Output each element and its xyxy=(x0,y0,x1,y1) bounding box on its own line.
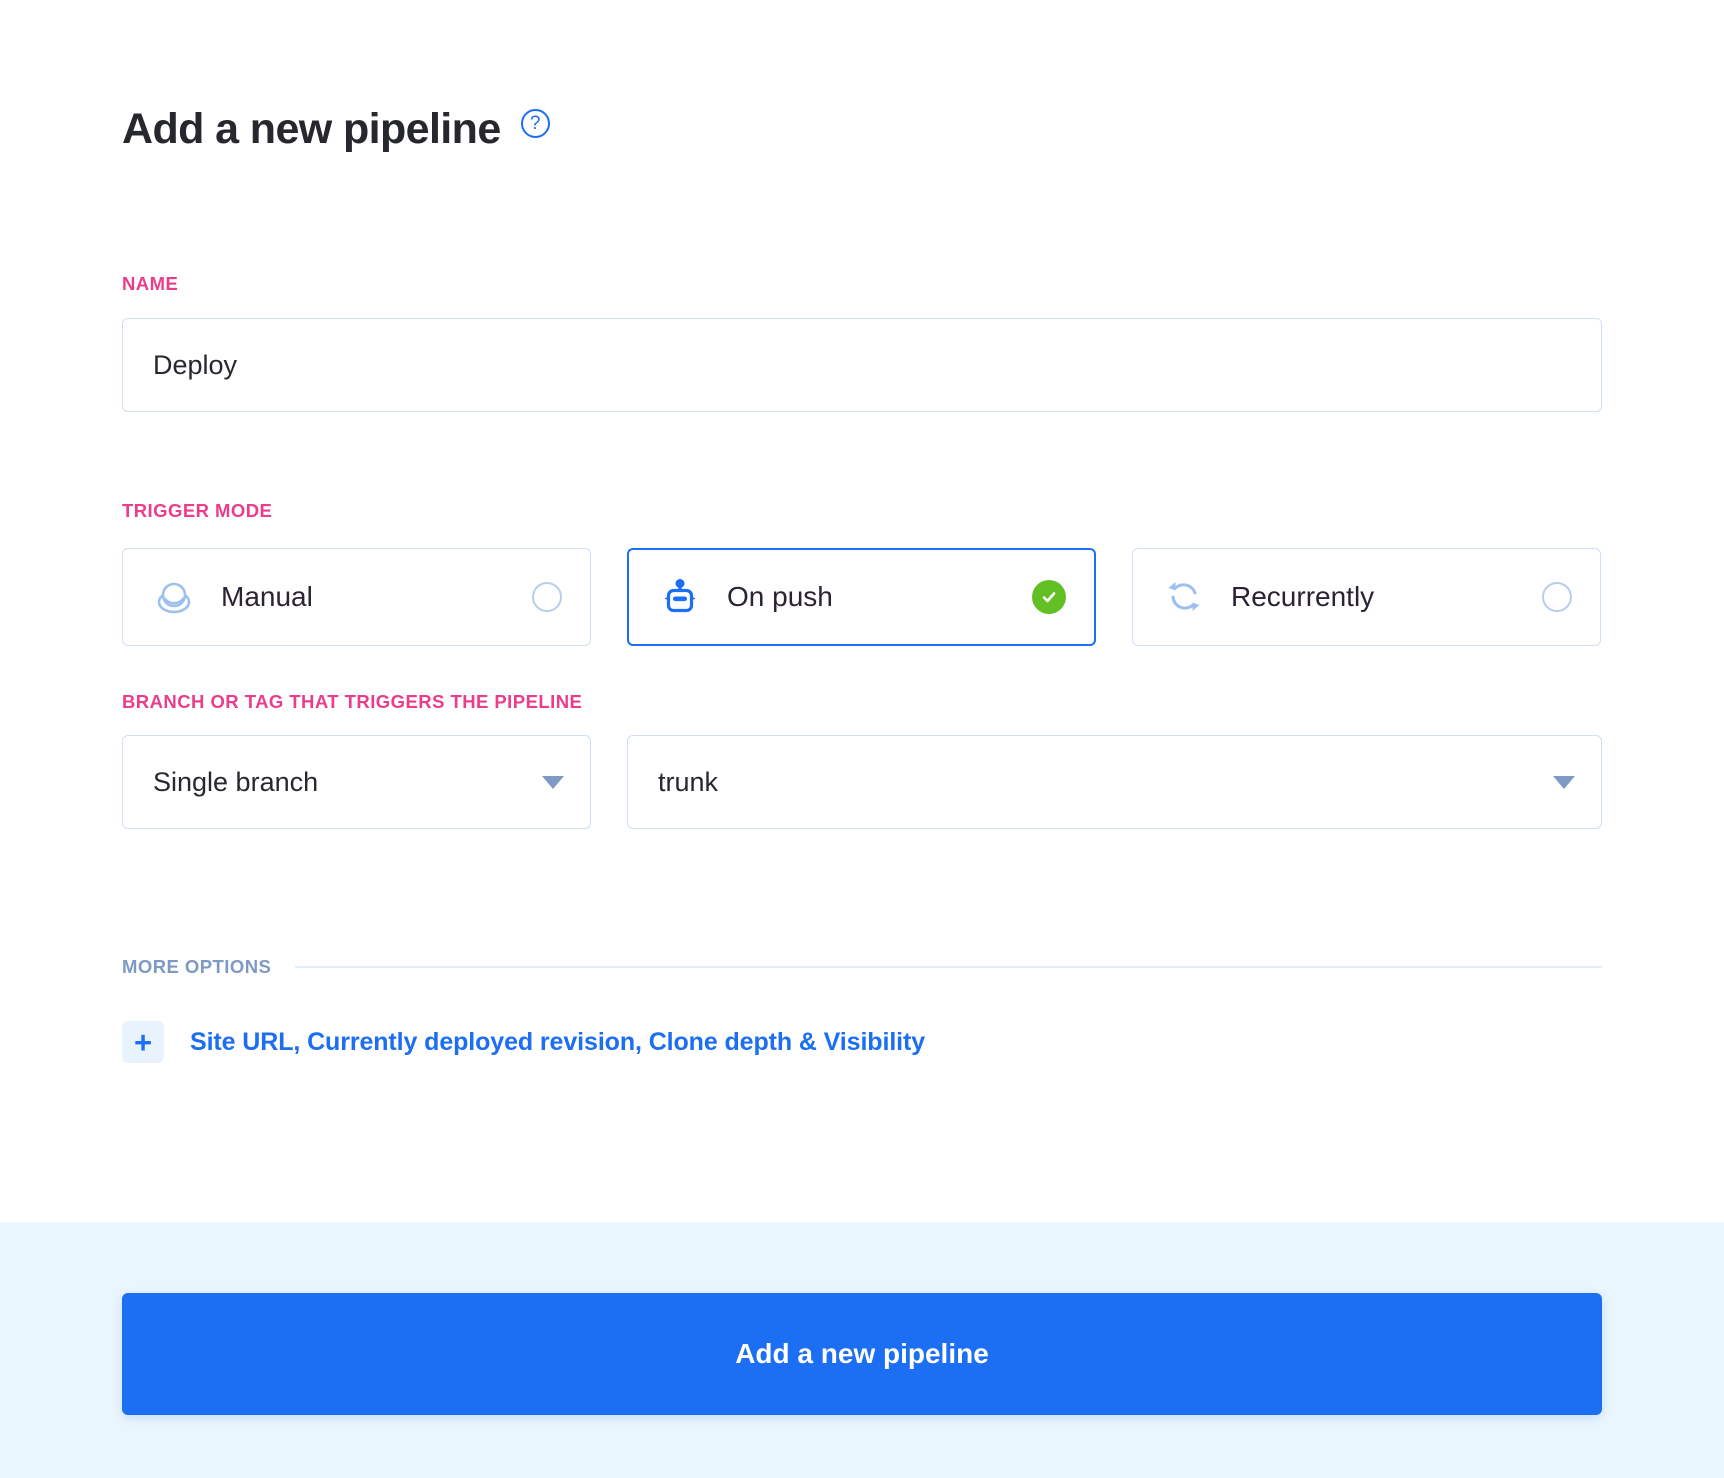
trigger-mode-label: TRIGGER MODE xyxy=(122,500,273,521)
branch-selectors: Single branch trunk xyxy=(122,735,1602,829)
radio-button-recurrently[interactable] xyxy=(1542,582,1572,612)
branch-name-value: trunk xyxy=(658,766,719,797)
chevron-down-icon xyxy=(1553,775,1575,789)
trigger-option-label: Recurrently xyxy=(1231,581,1375,612)
page-header: Add a new pipeline ? xyxy=(122,103,1602,159)
form-content: Add a new pipeline ? NAME TRIGGER MODE xyxy=(122,0,1602,1063)
page-title: Add a new pipeline xyxy=(122,105,501,153)
more-options-expand-link[interactable]: + Site URL, Currently deployed revision,… xyxy=(122,1021,925,1063)
chevron-down-icon xyxy=(542,775,564,789)
trigger-option-on-push[interactable]: On push xyxy=(627,548,1096,646)
add-pipeline-submit-button[interactable]: Add a new pipeline xyxy=(122,1293,1602,1415)
plus-icon[interactable]: + xyxy=(122,1021,164,1063)
form-footer: Add a new pipeline xyxy=(0,1222,1724,1478)
branch-type-select[interactable]: Single branch xyxy=(122,735,591,829)
trigger-option-recurrently[interactable]: Recurrently xyxy=(1132,548,1601,646)
branch-type-value: Single branch xyxy=(153,766,319,797)
question-mark-circle-icon[interactable]: ? xyxy=(520,109,550,138)
trigger-mode-options: Manual On push Recurrently xyxy=(122,548,1602,646)
pipeline-form: Add a new pipeline ? NAME TRIGGER MODE xyxy=(0,0,1724,1222)
more-options-label: MORE OPTIONS xyxy=(122,956,272,977)
add-pipeline-page: Add a new pipeline ? NAME TRIGGER MODE xyxy=(0,0,1724,1478)
radio-button-on-push-checked[interactable] xyxy=(1032,580,1066,614)
hand-press-icon xyxy=(153,576,195,618)
refresh-cycle-icon xyxy=(1163,576,1205,618)
branch-field-label: BRANCH OR TAG THAT TRIGGERS THE PIPELINE xyxy=(122,691,583,712)
branch-name-select[interactable]: trunk xyxy=(627,735,1602,829)
name-field-label: NAME xyxy=(122,273,179,294)
trigger-option-label: Manual xyxy=(221,581,313,612)
trigger-option-label: On push xyxy=(727,581,833,612)
pipeline-name-input[interactable] xyxy=(122,318,1602,412)
divider xyxy=(295,966,1602,968)
trigger-option-manual[interactable]: Manual xyxy=(122,548,591,646)
robot-icon xyxy=(659,576,701,618)
more-options-header: MORE OPTIONS xyxy=(122,956,1602,978)
more-options-expand-label: Site URL, Currently deployed revision, C… xyxy=(190,1027,926,1056)
radio-button-manual[interactable] xyxy=(532,582,562,612)
